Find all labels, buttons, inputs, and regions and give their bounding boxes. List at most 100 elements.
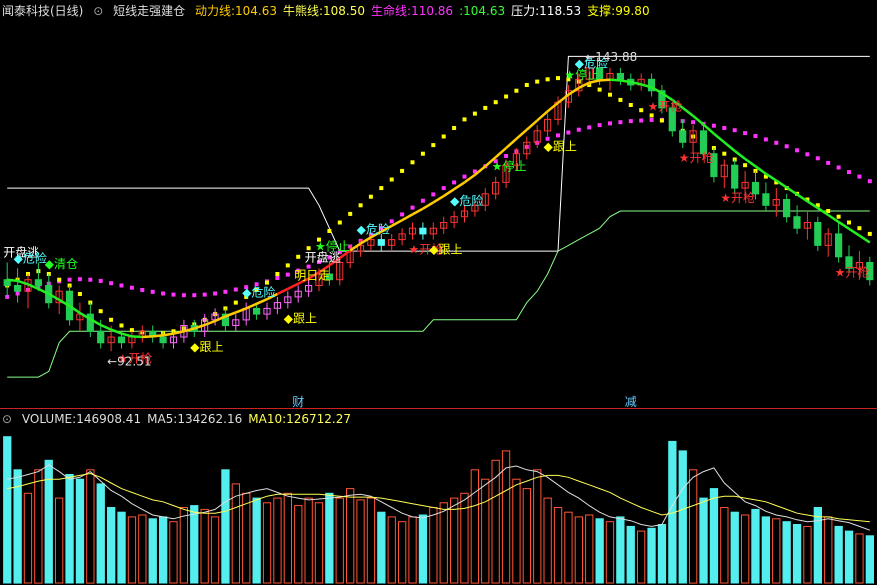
annotation-label: ★开枪 <box>835 265 870 280</box>
life-line-dot <box>504 154 509 158</box>
volume-bar <box>262 502 272 584</box>
life-line-dot <box>867 179 872 184</box>
life-line-dot <box>452 180 457 185</box>
volume-bar <box>553 507 563 584</box>
annotation-label: ◆清仓 <box>45 257 78 271</box>
volume-bar <box>366 497 376 584</box>
power-line-segment <box>609 78 621 82</box>
volume-bar <box>637 530 646 584</box>
power-line-segment <box>525 119 539 131</box>
bull-line-dot <box>452 126 457 130</box>
power-line-segment <box>131 335 143 339</box>
volume-bar <box>512 478 521 584</box>
circle-chevron-down-icon[interactable]: ⊙ <box>2 410 12 428</box>
finance-marker: 财 <box>292 395 304 409</box>
bull-line-dot <box>233 300 238 305</box>
bull-line-dot <box>327 229 332 233</box>
candle-body <box>419 227 427 235</box>
bull-line-dot <box>98 309 103 314</box>
volume-panel[interactable] <box>0 428 877 585</box>
volume-bar <box>429 507 438 584</box>
power-line-segment <box>599 78 611 82</box>
volume-value-2: MA10:126712.27 <box>248 410 351 428</box>
power-line-segment <box>858 234 871 244</box>
power-line-segment <box>142 335 153 339</box>
volume-bar <box>190 505 199 584</box>
volume-bar <box>127 516 137 584</box>
volume-value-value: 126712.27 <box>286 412 352 426</box>
volume-bar <box>346 488 355 584</box>
life-line-dot <box>67 277 72 282</box>
volume-bar <box>148 518 157 584</box>
bull-line-dot <box>379 186 384 191</box>
volume-bar <box>585 514 594 584</box>
life-line-dot <box>275 276 280 280</box>
volume-bar <box>96 483 105 584</box>
volume-bar <box>221 469 230 584</box>
bull-line-dot <box>400 168 405 173</box>
bull-line-dot <box>275 272 280 276</box>
volume-bar <box>782 521 791 584</box>
life-line-dot <box>857 174 862 179</box>
life-line-dot <box>181 293 186 298</box>
bull-line-dot <box>441 134 446 139</box>
volume-bar <box>595 518 604 584</box>
bull-line-dot <box>867 231 872 236</box>
life-line-dot <box>836 165 841 170</box>
volume-bar <box>377 511 386 584</box>
price-panel[interactable]: 开盘逃◆危险◆清仓★开枪←92.51◆跟上◆危险◆跟上明日走开盘逃★停止◆危险★… <box>0 0 877 410</box>
candle-body <box>34 279 42 286</box>
volume-bar <box>179 507 188 584</box>
volume-bar <box>55 497 64 584</box>
volume-bar <box>678 450 687 584</box>
bull-line-dot <box>556 76 560 81</box>
annotation-label: 明日走 <box>294 269 330 283</box>
volume-bar <box>865 535 875 584</box>
volume-bar <box>304 497 313 584</box>
life-line-dot <box>150 289 155 294</box>
bull-line-dot <box>847 220 851 225</box>
annotation-label: ←143.88 <box>585 50 637 64</box>
life-line-dot <box>462 174 467 179</box>
bull-line-dot <box>420 151 425 156</box>
annotation-label: ★开枪 <box>679 150 714 165</box>
life-line-dot <box>400 212 405 217</box>
volume-bar <box>138 514 147 584</box>
bull-line-dot <box>659 118 664 123</box>
power-line-segment <box>620 79 632 84</box>
power-line-segment <box>723 141 736 152</box>
volume-bar <box>86 469 95 584</box>
volume-bar <box>709 488 719 584</box>
life-line-dot <box>774 140 779 145</box>
life-line-dot <box>129 285 134 290</box>
volume-bar <box>335 497 344 584</box>
volume-value-0: VOLUME:146908.41 <box>22 410 141 428</box>
bull-line-dot <box>285 263 290 268</box>
life-line-dot <box>431 192 436 197</box>
annotation-label: ◆跟上 <box>284 311 317 325</box>
candle-body <box>814 222 822 246</box>
power-line-segment <box>515 128 528 140</box>
life-line-dot <box>233 287 238 292</box>
bull-line-dot <box>545 77 550 82</box>
bull-line-dot <box>618 97 623 102</box>
volume-bar <box>460 492 469 584</box>
bull-line-dot <box>857 226 862 231</box>
volume-values: VOLUME:146908.41 MA5:134262.16 MA10:126712… <box>22 410 357 428</box>
volume-bar <box>855 533 864 584</box>
annotation-label: ★停止 <box>492 159 527 174</box>
volume-bar <box>616 516 625 584</box>
bull-line-dot <box>639 108 644 113</box>
power-line-segment <box>713 132 726 144</box>
life-line-dot <box>389 219 394 224</box>
volume-bar <box>844 530 854 584</box>
panel-divider <box>0 408 877 409</box>
power-line-segment <box>786 186 798 196</box>
life-line-dot <box>743 131 748 136</box>
bull-line-dot <box>348 211 353 216</box>
volume-bar <box>398 521 407 584</box>
candle-body <box>762 193 770 206</box>
power-line-segment <box>17 279 29 286</box>
volume-bar <box>169 521 178 584</box>
volume-bar <box>325 492 334 584</box>
